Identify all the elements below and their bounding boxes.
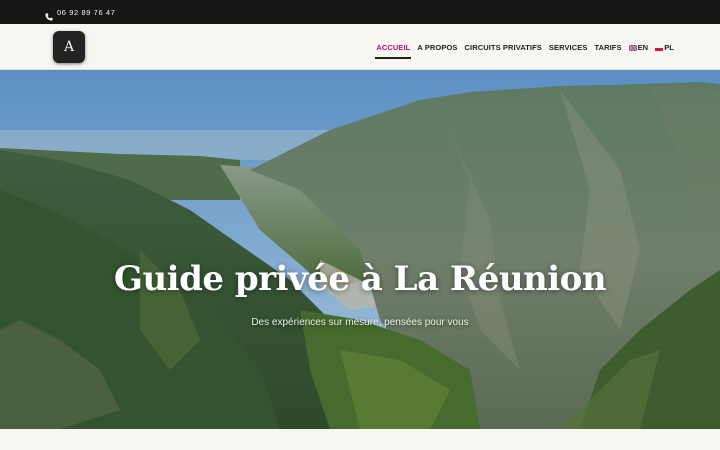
nav-item-lang-pl[interactable]: PL xyxy=(655,43,674,52)
section-divider xyxy=(0,429,720,450)
logo-letter: A xyxy=(63,39,75,55)
hero-title: Guide privée à La Réunion xyxy=(113,259,607,299)
nav-label: TARIFS xyxy=(594,42,622,52)
pl-flag-icon xyxy=(655,44,664,51)
nav-label: A PROPOS xyxy=(417,42,458,52)
nav-label: SERVICES xyxy=(548,42,588,52)
top-bar: 06 92 89 76 47 xyxy=(0,0,720,24)
nav-label: ACCUEIL xyxy=(376,42,411,52)
nav-item-tarifs[interactable]: TARIFS xyxy=(594,43,621,52)
main-nav: ACCUEIL A PROPOS CIRCUITS PRIVATIFS SERV… xyxy=(375,24,674,70)
phone-number[interactable]: 06 92 89 76 47 xyxy=(57,8,115,17)
nav-item-a-propos[interactable]: A PROPOS xyxy=(417,43,457,52)
nav-label: EN xyxy=(637,42,649,52)
nav-label: CIRCUITS PRIVATIFS xyxy=(464,42,542,52)
uk-flag-icon xyxy=(628,44,637,52)
phone-icon xyxy=(45,8,53,21)
nav-item-lang-en[interactable]: EN xyxy=(628,42,649,52)
nav-label: PL xyxy=(664,42,674,52)
site-header: A ACCUEIL A PROPOS CIRCUITS PRIVATIFS SE… xyxy=(0,24,720,70)
nav-item-accueil[interactable]: ACCUEIL xyxy=(375,42,412,59)
hero-landscape-image xyxy=(0,70,720,429)
nav-item-services[interactable]: SERVICES xyxy=(549,43,588,52)
nav-item-circuits-privatifs[interactable]: CIRCUITS PRIVATIFS xyxy=(465,43,542,52)
hero-banner: Guide privée à La Réunion Des expérience… xyxy=(0,70,720,429)
hero-subtitle: Des expériences sur mesure, pensées pour… xyxy=(251,317,469,328)
site-logo[interactable]: A xyxy=(53,31,85,63)
